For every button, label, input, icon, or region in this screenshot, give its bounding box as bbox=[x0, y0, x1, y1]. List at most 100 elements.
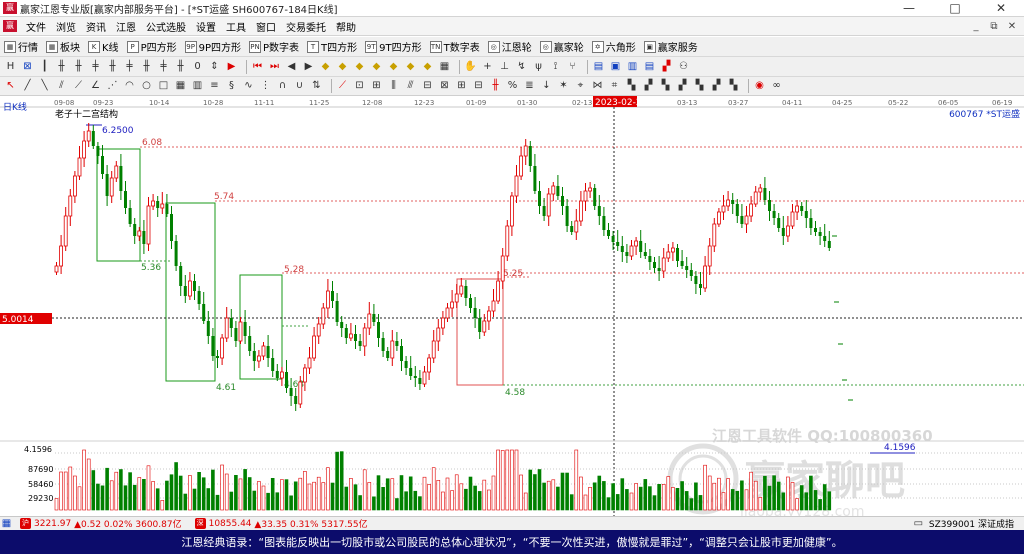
chart-icon[interactable]: ⫼ bbox=[387, 79, 400, 93]
close-button[interactable]: ✕ bbox=[978, 1, 1024, 15]
diamond-icon[interactable]: ◆ bbox=[353, 60, 366, 74]
mdi-logo-icon[interactable]: 赢 bbox=[3, 20, 17, 32]
bars-icon[interactable]: ╪ bbox=[89, 60, 102, 74]
calc-icon[interactable]: ▣ bbox=[609, 60, 622, 74]
box-icon[interactable]: ⊞ bbox=[370, 79, 383, 93]
menu-trade[interactable]: 交易委托 bbox=[281, 19, 331, 34]
tiles-icon[interactable]: ▚ bbox=[727, 79, 740, 93]
channel-icon[interactable]: ▥ bbox=[191, 79, 204, 93]
bars-icon[interactable]: ╫ bbox=[55, 60, 68, 74]
kline-type-icon[interactable]: H bbox=[4, 60, 17, 74]
percent-icon[interactable]: % bbox=[506, 79, 519, 93]
flag-icon[interactable]: ▶ bbox=[225, 60, 238, 74]
arrows-icon[interactable]: ⇅ bbox=[310, 79, 323, 93]
menu-browse[interactable]: 浏览 bbox=[51, 19, 81, 34]
toolbar-winner-service[interactable]: ▣ 赢家服务 bbox=[643, 39, 698, 54]
bars-icon[interactable]: ╫ bbox=[174, 60, 187, 74]
menu-info[interactable]: 资讯 bbox=[81, 19, 111, 34]
tiles-icon[interactable]: ▞ bbox=[710, 79, 723, 93]
ray-icon[interactable]: ⟋ bbox=[72, 79, 85, 93]
toolbar-kline[interactable]: K K线 bbox=[88, 39, 119, 54]
chart-icon[interactable]: ⊠ bbox=[438, 79, 451, 93]
grid-icon[interactable]: ▦ bbox=[438, 60, 451, 74]
wave-icon[interactable]: ∿ bbox=[242, 79, 255, 93]
diamond-icon[interactable]: ◆ bbox=[336, 60, 349, 74]
toolbar-p-table[interactable]: PN P数字表 bbox=[249, 39, 299, 54]
bars-icon[interactable]: ╪ bbox=[123, 60, 136, 74]
bars-icon[interactable]: ╪ bbox=[157, 60, 170, 74]
pin-icon[interactable]: ⊥ bbox=[498, 60, 511, 74]
period-icon[interactable]: 0 bbox=[191, 60, 204, 74]
node-icon[interactable]: ⌖ bbox=[574, 79, 587, 93]
table-icon[interactable]: ▤ bbox=[592, 60, 605, 74]
chart-icon[interactable]: ⊟ bbox=[472, 79, 485, 93]
diamond-icon[interactable]: ◆ bbox=[387, 60, 400, 74]
minimize-button[interactable]: — bbox=[886, 1, 932, 15]
bars-icon[interactable]: ╫ bbox=[72, 60, 85, 74]
mdi-restore-button[interactable]: ⧉ bbox=[988, 21, 1000, 32]
menu-tools[interactable]: 工具 bbox=[221, 19, 251, 34]
toolbar-9p-square[interactable]: 9P 9P四方形 bbox=[184, 39, 241, 54]
wave-icon[interactable]: ↯ bbox=[515, 60, 528, 74]
tiles-icon[interactable]: ▞ bbox=[676, 79, 689, 93]
box-icon[interactable]: ⊡ bbox=[353, 79, 366, 93]
arc-icon[interactable]: ◠ bbox=[123, 79, 136, 93]
line-icon[interactable]: ╱ bbox=[21, 79, 34, 93]
diamond-icon[interactable]: ◆ bbox=[370, 60, 383, 74]
kline-chart-area[interactable]: 09-08 09-23 10-14 10-28 11-11 11-25 12-08 12-23… bbox=[0, 96, 1024, 520]
node-icon[interactable]: ⌗ bbox=[608, 79, 621, 93]
people-icon[interactable]: ⚇ bbox=[677, 60, 690, 74]
toolbar-winner-wheel[interactable]: ◎ 赢家轮 bbox=[539, 39, 584, 54]
spiral-icon[interactable]: § bbox=[225, 79, 238, 93]
kline-chart[interactable]: 09-08 09-23 10-14 10-28 11-11 11-25 12-08 12-23… bbox=[0, 96, 1024, 520]
tree-icon[interactable]: ⟟ bbox=[549, 60, 562, 74]
arrow-down-icon[interactable]: ↓ bbox=[540, 79, 553, 93]
merge-icon[interactable]: ⋈ bbox=[591, 79, 604, 93]
toolbar-quotes[interactable]: ▦ 行情 bbox=[4, 39, 38, 54]
fib-icon[interactable]: ≡ bbox=[208, 79, 221, 93]
toolbar-hexagon[interactable]: ✡ 六角形 bbox=[591, 39, 636, 54]
chart-icon[interactable]: ⊟ bbox=[421, 79, 434, 93]
star-icon[interactable]: ✶ bbox=[557, 79, 570, 93]
maximize-button[interactable]: □ bbox=[932, 1, 978, 15]
lines-icon[interactable]: ≣ bbox=[523, 79, 536, 93]
kline-icon[interactable]: ╫ bbox=[489, 79, 502, 93]
angle-icon[interactable]: ∠ bbox=[89, 79, 102, 93]
toolbar-t-table[interactable]: TN T数字表 bbox=[429, 39, 480, 54]
circle-icon[interactable]: ○ bbox=[140, 79, 153, 93]
book-icon[interactable]: ▥ bbox=[626, 60, 639, 74]
diamond-icon[interactable]: ◆ bbox=[404, 60, 417, 74]
list-icon[interactable]: ▤ bbox=[643, 60, 656, 74]
mdi-minimize-button[interactable]: _ bbox=[970, 21, 982, 32]
menu-settings[interactable]: 设置 bbox=[191, 19, 221, 34]
cross-icon[interactable]: ⊠ bbox=[21, 60, 34, 74]
fork-icon[interactable]: ψ bbox=[532, 60, 545, 74]
toolbar-p-square[interactable]: P P四方形 bbox=[126, 39, 177, 54]
right-icon[interactable]: ▶ bbox=[302, 60, 315, 74]
fan-icon[interactable]: ⋰ bbox=[106, 79, 119, 93]
line-icon[interactable]: ╲ bbox=[38, 79, 51, 93]
scale-icon[interactable]: ⇕ bbox=[208, 60, 221, 74]
bars-icon[interactable]: ╫ bbox=[140, 60, 153, 74]
menu-window[interactable]: 窗口 bbox=[251, 19, 281, 34]
sh-index[interactable]: 沪 3221.97 ▲0.52 0.02% 3600.87亿 bbox=[17, 517, 182, 530]
tiles-icon[interactable]: ▚ bbox=[625, 79, 638, 93]
bars-icon[interactable]: ╫ bbox=[106, 60, 119, 74]
car-icon[interactable]: ▞ bbox=[660, 60, 673, 74]
cycle-icon[interactable]: ∩ bbox=[276, 79, 289, 93]
menu-formula[interactable]: 公式选股 bbox=[141, 19, 191, 34]
diamond-icon[interactable]: ◆ bbox=[319, 60, 332, 74]
toolbar-gann-wheel[interactable]: ◎ 江恩轮 bbox=[487, 39, 532, 54]
menu-gann[interactable]: 江恩 bbox=[111, 19, 141, 34]
diamond-icon[interactable]: ◆ bbox=[421, 60, 434, 74]
first-icon[interactable]: ⏮ bbox=[251, 60, 264, 74]
tiles-icon[interactable]: ▞ bbox=[642, 79, 655, 93]
menu-file[interactable]: 文件 bbox=[21, 19, 51, 34]
parallel-icon[interactable]: ⫽ bbox=[55, 79, 68, 93]
cycle-icon[interactable]: ∪ bbox=[293, 79, 306, 93]
last-icon[interactable]: ⏭ bbox=[268, 60, 281, 74]
sz-index[interactable]: 深 10855.44 ▲33.35 0.31% 5317.55亿 bbox=[192, 517, 368, 530]
right-index[interactable]: ▭ SZ399001 深证成指 bbox=[912, 517, 1014, 531]
cursor-icon[interactable]: ↖ bbox=[4, 79, 17, 93]
infinity-icon[interactable]: ∞ bbox=[770, 79, 783, 93]
